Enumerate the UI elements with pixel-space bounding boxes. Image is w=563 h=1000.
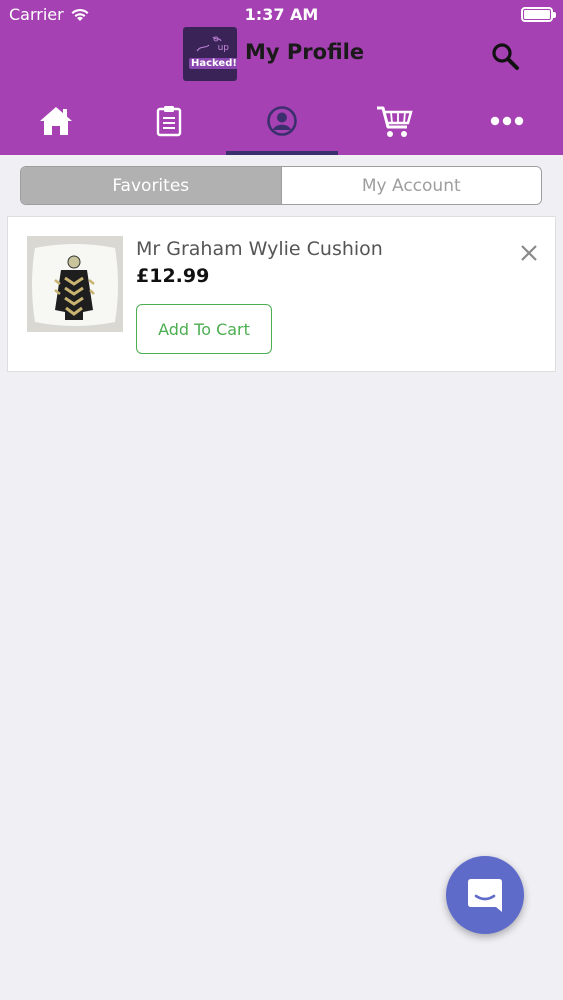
title-row: up Hacked! My Profile [0,27,563,81]
tab-cart[interactable] [339,92,451,155]
cushion-image-icon [27,236,123,332]
profile-icon [267,106,297,136]
active-tab-indicator [226,151,338,155]
cart-icon [377,106,413,137]
battery-icon [521,7,556,22]
status-bar: Carrier 1:37 AM [0,0,563,30]
page-title: My Profile [245,40,365,64]
logo-text: Hacked! [189,58,237,69]
favorite-item-card: Mr Graham Wylie Cushion £12.99 Add To Ca… [7,216,556,372]
logo-figure-icon [196,36,222,52]
home-icon [40,107,72,135]
tab-more[interactable] [451,92,563,155]
chat-icon [468,879,502,912]
product-image[interactable] [27,236,123,332]
product-price: £12.99 [136,265,210,287]
search-icon [492,43,519,70]
tab-bar [0,92,563,155]
battery-level [524,10,550,19]
segment-favorites[interactable]: Favorites [21,167,282,204]
segment-my-account[interactable]: My Account [281,167,541,204]
more-icon [490,116,524,126]
tab-profile[interactable] [226,92,338,155]
status-time: 1:37 AM [244,5,319,24]
app-header: Carrier 1:37 AM up Hacked! My Profile [0,0,563,155]
close-icon [521,245,537,261]
remove-favorite-button[interactable] [517,241,541,265]
profile-segmented-control: Favorites My Account [20,166,542,205]
tab-home[interactable] [0,92,112,155]
screen: Carrier 1:37 AM up Hacked! My Profile Fa… [0,0,563,1000]
chat-button[interactable] [446,856,524,934]
product-name[interactable]: Mr Graham Wylie Cushion [136,238,383,260]
logo-up-text: up [217,43,229,53]
search-button[interactable] [488,39,522,73]
add-to-cart-button[interactable]: Add To Cart [136,304,272,354]
app-logo: up Hacked! [183,27,237,81]
tab-orders[interactable] [113,92,225,155]
clipboard-icon [156,106,182,137]
